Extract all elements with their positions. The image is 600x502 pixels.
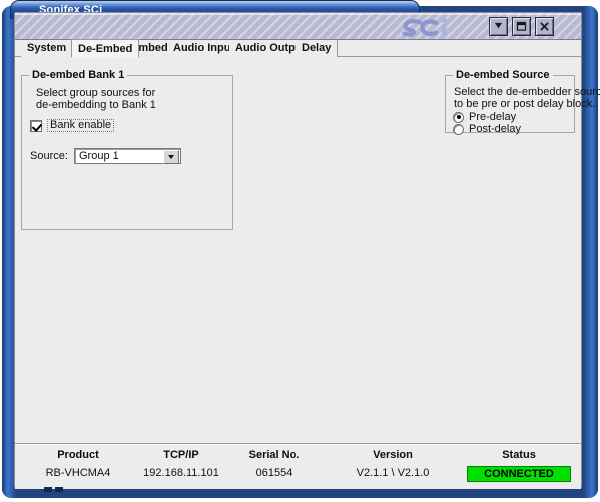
status-col-product-value: RB-VHCMA4 — [45, 467, 111, 479]
tab-strip: System De-Embed Embed Audio Inputs Audio… — [15, 39, 581, 58]
close-button[interactable] — [535, 17, 554, 36]
radio-post-delay-label: Post-delay — [469, 123, 521, 135]
resize-grip[interactable] — [44, 487, 64, 492]
restore-button[interactable] — [512, 17, 531, 36]
status-col-version: Version V2.1.1 \ V2.1.0 — [333, 449, 453, 479]
status-badge: CONNECTED — [467, 466, 571, 482]
de-embed-source-desc-line1: Select the de-embedder source — [454, 86, 600, 98]
de-embed-source-desc-line2: to be pre or post delay block. — [454, 98, 596, 110]
minimize-button[interactable] — [489, 17, 508, 36]
resize-grip-dot — [55, 487, 63, 492]
source-dropdown[interactable]: Group 1 — [74, 148, 181, 164]
status-col-serial: Serial No. 061554 — [219, 449, 329, 479]
status-col-product: Product RB-VHCMA4 — [23, 449, 133, 479]
status-col-serial-value: 061554 — [255, 467, 293, 479]
header-band — [15, 13, 581, 40]
bank-enable-label: Bank enable — [47, 119, 115, 132]
radio-selected-icon — [453, 111, 464, 123]
radio-unselected-icon — [453, 123, 464, 135]
status-col-status-header: Status — [502, 449, 536, 461]
window-client-area: System De-Embed Embed Audio Inputs Audio… — [14, 12, 600, 489]
status-col-status: Status CONNECTED — [467, 449, 571, 482]
de-embed-bank-group-title: De-embed Bank 1 — [29, 69, 128, 81]
status-col-version-value: V2.1.1 \ V2.1.0 — [356, 467, 430, 479]
radio-pre-delay[interactable]: Pre-delay — [453, 111, 516, 123]
tab-system[interactable]: System — [21, 40, 74, 57]
bank-enable-checkbox[interactable]: Bank enable — [30, 119, 115, 132]
source-dropdown-value: Group 1 — [79, 150, 119, 162]
status-col-serial-header: Serial No. — [248, 449, 300, 461]
chevron-down-icon[interactable] — [163, 150, 179, 164]
radio-pre-delay-label: Pre-delay — [469, 111, 517, 123]
de-embed-source-group: De-embed Source Select the de-embedder s… — [445, 69, 600, 135]
app-window: Sonifex SCi System De-Embed Embed Audio … — [0, 0, 600, 502]
tab-de-embed[interactable]: De-Embed — [71, 39, 140, 58]
tab-content-de-embed: De-embed Bank 1 Select group sources for… — [15, 57, 600, 443]
de-embed-bank-desc-line1: Select group sources for — [36, 87, 156, 99]
de-embed-source-group-title: De-embed Source — [453, 69, 553, 81]
status-col-product-header: Product — [57, 449, 99, 461]
resize-grip-dot — [44, 487, 52, 492]
radio-post-delay[interactable]: Post-delay — [453, 123, 521, 135]
status-bar: Product RB-VHCMA4 TCP/IP 192.168.11.101 … — [15, 445, 581, 489]
window-controls — [489, 17, 554, 36]
tab-delay[interactable]: Delay — [296, 40, 339, 57]
source-label: Source: — [30, 150, 68, 162]
checkbox-icon — [30, 119, 42, 132]
status-col-version-header: Version — [373, 449, 413, 461]
header-band-highlight — [15, 13, 581, 15]
de-embed-bank-desc-line2: de-embedding to Bank 1 — [36, 99, 156, 111]
sci-logo — [401, 16, 459, 39]
de-embed-bank-group: De-embed Bank 1 Select group sources for… — [21, 69, 233, 230]
source-field-row: Source: Group 1 — [30, 148, 181, 164]
